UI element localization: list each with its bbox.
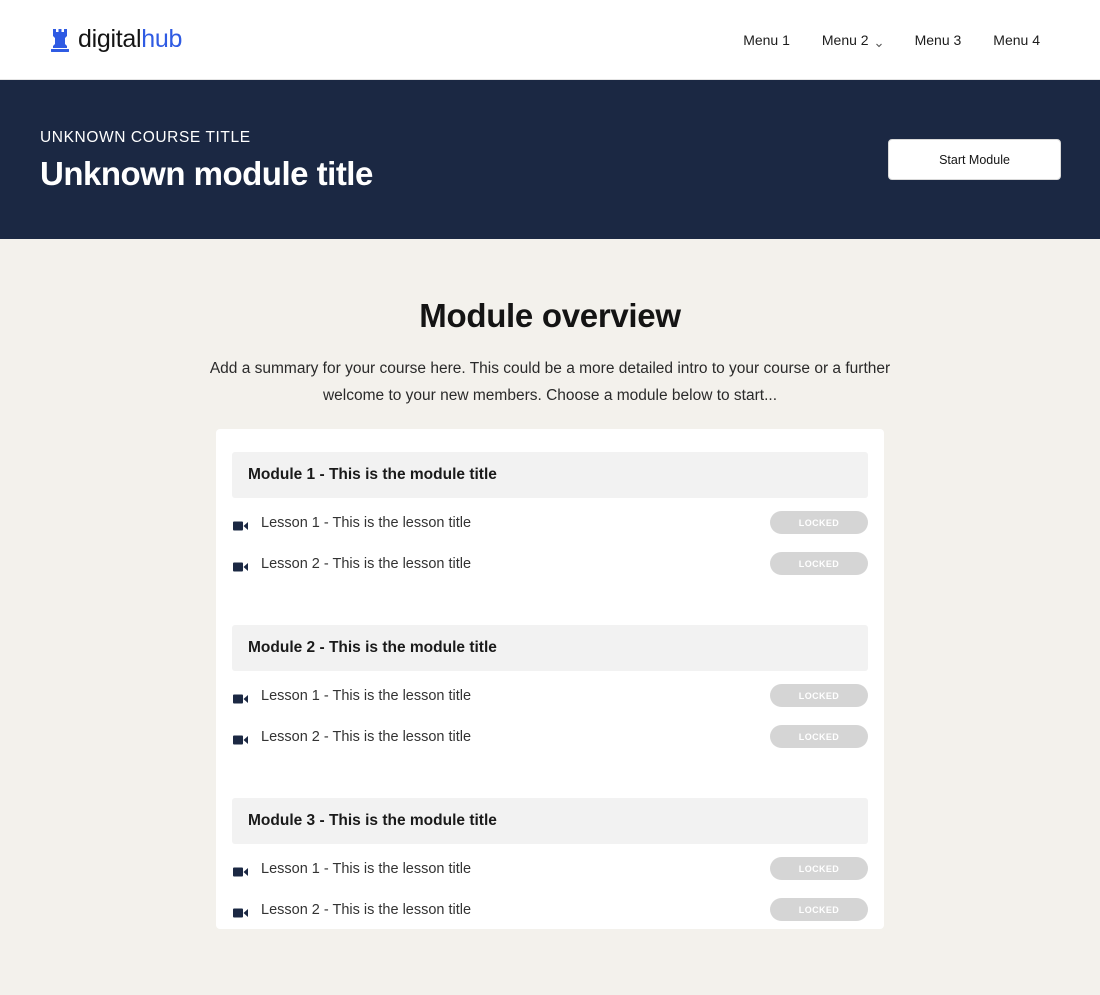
lesson-title: Lesson 1 - This is the lesson title bbox=[261, 514, 472, 531]
lesson-row[interactable]: Lesson 2 - This is the lesson title LOCK… bbox=[232, 889, 868, 930]
locked-status-badge: LOCKED bbox=[770, 857, 868, 880]
video-camera-icon bbox=[233, 732, 248, 744]
module-header[interactable]: Module 1 - This is the module title bbox=[232, 452, 868, 498]
module-title: Unknown module title bbox=[40, 154, 373, 192]
module-section-3: Module 3 - This is the module title Less… bbox=[232, 798, 868, 930]
menu-item-1[interactable]: Menu 1 bbox=[743, 32, 790, 48]
lesson-info: Lesson 2 - This is the lesson title bbox=[232, 902, 471, 918]
module-section-2: Module 2 - This is the module title Less… bbox=[232, 625, 868, 757]
menu-item-label: Menu 2 bbox=[821, 31, 869, 48]
main-content: Module overview Add a summary for your c… bbox=[0, 239, 1100, 929]
lesson-title: Lesson 2 - This is the lesson title bbox=[261, 555, 472, 572]
module-header[interactable]: Module 2 - This is the module title bbox=[232, 625, 868, 671]
castle-rook-icon bbox=[50, 28, 70, 52]
video-camera-icon bbox=[233, 864, 248, 876]
menu-item-4[interactable]: Menu 4 bbox=[993, 32, 1040, 48]
locked-status-badge: LOCKED bbox=[770, 552, 868, 575]
main-menu: Menu 1 Menu 2 Menu 3 Menu 4 bbox=[743, 32, 1040, 48]
chevron-down-icon bbox=[875, 36, 883, 47]
brand-name-part1: digital bbox=[78, 25, 142, 53]
brand-name-part2: hub bbox=[141, 25, 183, 53]
menu-item-label: Menu 3 bbox=[914, 31, 962, 48]
lesson-title: Lesson 1 - This is the lesson title bbox=[261, 860, 472, 877]
module-list-card: Module 1 - This is the module title Less… bbox=[216, 429, 884, 929]
lesson-title: Lesson 1 - This is the lesson title bbox=[261, 687, 472, 704]
lesson-row[interactable]: Lesson 2 - This is the lesson title LOCK… bbox=[232, 716, 868, 757]
menu-item-3[interactable]: Menu 3 bbox=[915, 32, 962, 48]
video-camera-icon bbox=[233, 905, 248, 917]
lesson-row[interactable]: Lesson 1 - This is the lesson title LOCK… bbox=[232, 848, 868, 889]
brand-name: digitalhub bbox=[78, 25, 182, 54]
lesson-row[interactable]: Lesson 2 - This is the lesson title LOCK… bbox=[232, 543, 868, 584]
video-camera-icon bbox=[233, 691, 248, 703]
lesson-title: Lesson 2 - This is the lesson title bbox=[261, 728, 472, 745]
overview-summary: Add a summary for your course here. This… bbox=[209, 360, 891, 404]
lesson-info: Lesson 1 - This is the lesson title bbox=[232, 515, 471, 531]
video-camera-icon bbox=[233, 559, 248, 571]
menu-item-label: Menu 4 bbox=[993, 31, 1040, 48]
course-title: UNKNOWN COURSE TITLE bbox=[40, 128, 251, 146]
locked-status-badge: LOCKED bbox=[770, 684, 868, 707]
lesson-row[interactable]: Lesson 1 - This is the lesson title LOCK… bbox=[232, 502, 868, 543]
lesson-title: Lesson 2 - This is the lesson title bbox=[261, 901, 472, 918]
locked-status-badge: LOCKED bbox=[770, 898, 868, 921]
start-module-button[interactable]: Start Module bbox=[888, 139, 1061, 180]
module-header[interactable]: Module 3 - This is the module title bbox=[232, 798, 868, 844]
locked-status-badge: LOCKED bbox=[770, 511, 868, 534]
menu-item-label: Menu 1 bbox=[743, 31, 790, 48]
brand-logo-link[interactable]: digitalhub bbox=[50, 25, 182, 54]
module-section-1: Module 1 - This is the module title Less… bbox=[232, 452, 868, 584]
lesson-info: Lesson 1 - This is the lesson title bbox=[232, 861, 471, 877]
menu-item-2[interactable]: Menu 2 bbox=[822, 32, 883, 48]
lesson-info: Lesson 1 - This is the lesson title bbox=[232, 688, 471, 704]
lesson-info: Lesson 2 - This is the lesson title bbox=[232, 729, 471, 745]
hero-text-block: UNKNOWN COURSE TITLE Unknown module titl… bbox=[40, 129, 373, 193]
video-camera-icon bbox=[233, 518, 248, 530]
locked-status-badge: LOCKED bbox=[770, 725, 868, 748]
module-hero-banner: UNKNOWN COURSE TITLE Unknown module titl… bbox=[0, 80, 1100, 239]
top-navigation-bar: digitalhub Menu 1 Menu 2 Menu 3 Menu 4 bbox=[0, 0, 1100, 80]
lesson-info: Lesson 2 - This is the lesson title bbox=[232, 556, 471, 572]
lesson-row[interactable]: Lesson 1 - This is the lesson title LOCK… bbox=[232, 675, 868, 716]
overview-title: Module overview bbox=[419, 297, 681, 334]
